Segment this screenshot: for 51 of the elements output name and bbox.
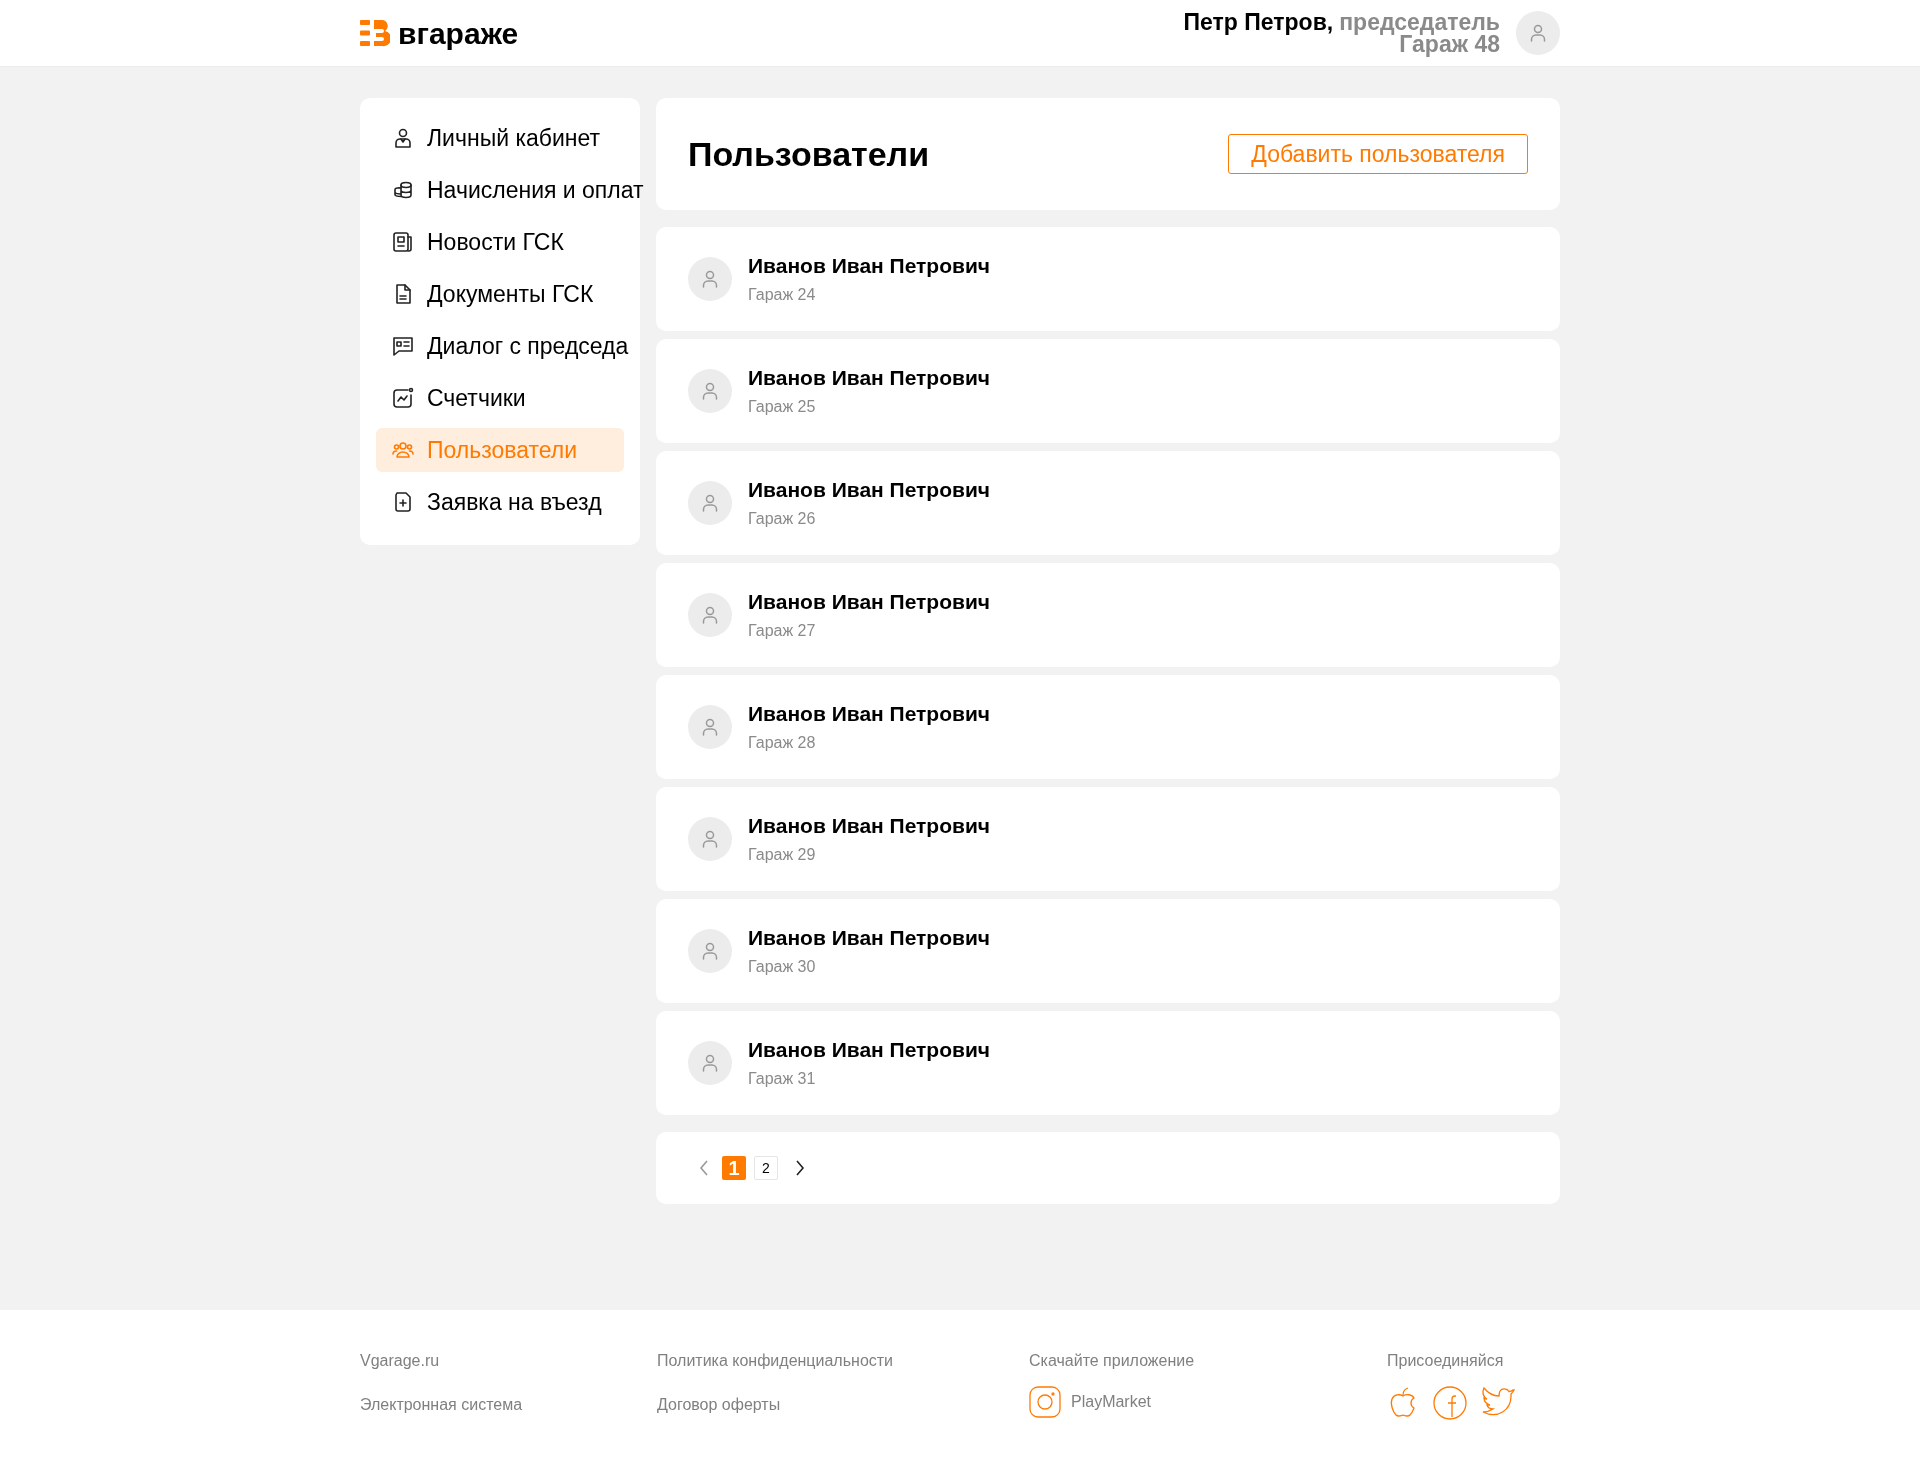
chevron-right-icon [794, 1159, 806, 1177]
store-link[interactable]: PlayMarket [1029, 1386, 1387, 1418]
user-card[interactable]: Иванов Иван Петрович Гараж 30 [656, 899, 1560, 1003]
user-full-name: Иванов Иван Петрович [748, 365, 991, 391]
facebook-icon[interactable] [1433, 1386, 1467, 1420]
user-garage-label: Гараж 24 [748, 285, 817, 305]
user-card[interactable]: Иванов Иван Петрович Гараж 24 [656, 227, 1560, 331]
user-garage-label: Гараж 30 [748, 957, 817, 977]
footer-text: Электронная система [360, 1395, 524, 1415]
user-card[interactable]: Иванов Иван Петрович Гараж 27 [656, 563, 1560, 667]
page-title: Пользователи [688, 133, 930, 175]
logo-text: вгараже [398, 15, 519, 52]
page-button[interactable]: 2 [754, 1156, 778, 1180]
user-card[interactable]: Иванов Иван Петрович Гараж 26 [656, 451, 1560, 555]
chart-icon [391, 386, 415, 410]
sidebar-item[interactable]: Документы ГСК [376, 272, 638, 316]
user-card[interactable]: Иванов Иван Петрович Гараж 25 [656, 339, 1560, 443]
user-full-name: Иванов Иван Петрович [748, 925, 991, 951]
footer-heading: Присоединяйся [1387, 1351, 1505, 1371]
footer-link[interactable]: Договор оферты [657, 1394, 1029, 1416]
footer-text: Vgarage.ru [360, 1351, 441, 1371]
camera-icon [1029, 1386, 1061, 1418]
user-garage-label: Гараж 27 [748, 621, 817, 641]
newspaper-icon [391, 230, 415, 254]
bird-icon[interactable] [1481, 1386, 1515, 1416]
sidebar-item[interactable]: Счетчики [376, 376, 638, 420]
user-card[interactable]: Иванов Иван Петрович Гараж 29 [656, 787, 1560, 891]
sidebar-item[interactable]: Диалог с председа [376, 324, 638, 368]
user-garage-label: Гараж 25 [748, 397, 817, 417]
user-full-name: Иванов Иван Петрович [748, 589, 991, 615]
user-garage-label: Гараж 29 [748, 845, 817, 865]
sidebar-item[interactable]: Начисления и оплат [376, 168, 648, 212]
profile-avatar[interactable] [1516, 11, 1560, 55]
user-card[interactable]: Иванов Иван Петрович Гараж 28 [656, 675, 1560, 779]
user-garage-label: Гараж 31 [748, 1069, 817, 1089]
user-full-name: Иванов Иван Петрович [748, 253, 991, 279]
message-icon [391, 334, 415, 358]
user-full-name: Иванов Иван Петрович [748, 813, 991, 839]
user-full-name: Иванов Иван Петрович [748, 1037, 991, 1063]
user-full-name: Иванов Иван Петрович [748, 701, 991, 727]
sidebar-item[interactable]: Личный кабинет [376, 116, 638, 160]
user-garage-label: Гараж 26 [748, 509, 817, 529]
user-full-name: Иванов Иван Петрович [748, 477, 991, 503]
sidebar-item[interactable]: Заявка на въезд [376, 480, 638, 524]
logo-icon [360, 18, 390, 48]
user-name: Петр Петров, [1183, 11, 1334, 33]
footer-link[interactable]: Политика конфиденциальности [657, 1350, 1029, 1372]
user-card[interactable]: Иванов Иван Петрович Гараж 31 [656, 1011, 1560, 1115]
user-garage-label: Гараж 28 [748, 733, 817, 753]
sidebar-item[interactable]: Новости ГСК [376, 220, 638, 264]
footer-heading: Скачайте приложение [1029, 1351, 1196, 1371]
